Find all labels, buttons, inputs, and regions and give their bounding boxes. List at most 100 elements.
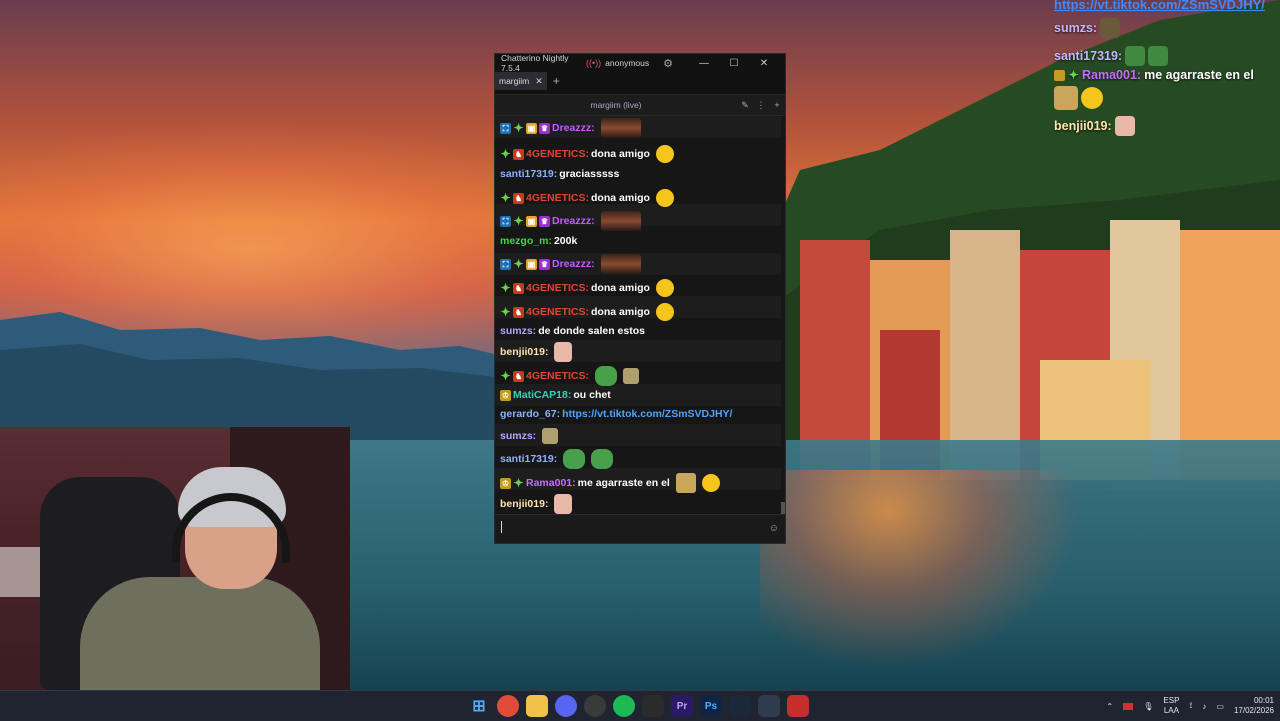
chat-message[interactable]: ✦ ♞ 4GENETICS: dona amigo: [500, 302, 674, 322]
emote-icon[interactable]: [591, 449, 614, 469]
account-switcher[interactable]: ((•)) anonymous: [586, 58, 649, 68]
chat-message[interactable]: gerardo_67: https://vt.tiktok.com/ZSmSVD…: [500, 404, 732, 424]
username[interactable]: gerardo_67:: [500, 408, 560, 420]
username[interactable]: sumzs:: [500, 325, 536, 337]
file-explorer-icon[interactable]: [526, 695, 548, 717]
emote-icon[interactable]: [600, 254, 641, 274]
emote-icon[interactable]: [554, 494, 573, 514]
gift-badge-icon: ▣: [526, 122, 537, 134]
steam-icon[interactable]: [729, 695, 751, 717]
chat-message[interactable]: santi17319: graciasssss: [500, 164, 619, 184]
chat-message[interactable]: ✦ ♞ 4GENETICS: dona amigo: [500, 144, 674, 164]
username[interactable]: 4GENETICS:: [526, 148, 589, 160]
username[interactable]: santi17319:: [500, 168, 557, 180]
emote-icon[interactable]: [595, 366, 618, 386]
network-icon[interactable]: ⟟: [1189, 701, 1192, 711]
flag-icon[interactable]: [1123, 702, 1134, 710]
emote-icon[interactable]: [655, 189, 674, 207]
chat-message[interactable]: sumzs: de donde salen estos: [500, 321, 645, 341]
username[interactable]: Dreazzz:: [552, 215, 595, 227]
premiere-pro-icon[interactable]: Pr: [671, 695, 693, 717]
username[interactable]: 4GENETICS:: [526, 282, 589, 294]
chat-message[interactable]: ✦ ♞ 4GENETICS: dona amigo: [500, 278, 674, 298]
streamer-body: [80, 577, 320, 690]
obs-icon[interactable]: [584, 695, 606, 717]
chrome-icon[interactable]: [497, 695, 519, 717]
emote-icon[interactable]: [600, 118, 641, 138]
chat-message[interactable]: santi17319:: [500, 449, 614, 469]
chat-message[interactable]: ⛶ ✦ ▣ ♛ Dreazzz:: [500, 118, 641, 138]
add-split-icon[interactable]: +: [769, 100, 785, 110]
tab-margiim[interactable]: margiim ✕: [495, 72, 547, 90]
battery-icon[interactable]: ▭: [1216, 702, 1224, 711]
system-tray: ⌃ 🎙 ESP LAA ⟟ ♪ ▭ 00:01 17/02/2026: [1107, 691, 1274, 721]
chatterino-icon[interactable]: [758, 695, 780, 717]
chat-messages[interactable]: ⛶ ✦ ▣ ♛ Dreazzz: ✦ ♞ 4GENETICS: dona ami…: [495, 116, 785, 516]
chatterino-window[interactable]: Chatterino Nightly 7.5.4 ((•)) anonymous…: [494, 53, 786, 544]
username[interactable]: 4GENETICS:: [526, 192, 589, 204]
username[interactable]: Dreazzz:: [552, 122, 595, 134]
username[interactable]: benjii019:: [500, 346, 548, 358]
emote-icon[interactable]: [701, 474, 720, 492]
username[interactable]: benjii019:: [500, 498, 548, 510]
chat-message[interactable]: ♔ MatiCAP18: ou chet: [500, 385, 611, 405]
gift-badge-icon: ▣: [526, 258, 537, 270]
username[interactable]: Dreazzz:: [552, 258, 595, 270]
language-indicator[interactable]: ESP LAA: [1163, 696, 1179, 716]
settings-gear-icon[interactable]: ⚙: [663, 57, 673, 70]
username[interactable]: Rama001:: [526, 477, 576, 489]
chat-message[interactable]: ⛶ ✦ ▣ ♛ Dreazzz:: [500, 211, 641, 231]
maximize-button[interactable]: ☐: [719, 58, 749, 69]
overlay-chat-line: ✦ Rama001: me agarraste en el: [1054, 68, 1254, 82]
emote-icon[interactable]: [675, 473, 696, 493]
username[interactable]: sumzs:: [500, 430, 536, 442]
discord-icon[interactable]: [555, 695, 577, 717]
chat-message[interactable]: benjii019:: [500, 494, 573, 514]
emote-icon[interactable]: [600, 211, 641, 231]
chevron-up-icon[interactable]: ⌃: [1107, 702, 1114, 711]
edit-icon[interactable]: ✎: [737, 100, 753, 111]
emote-icon[interactable]: [554, 342, 573, 362]
chat-message[interactable]: ✦ ♞ 4GENETICS: dona amigo: [500, 188, 674, 208]
chat-message[interactable]: benjii019:: [500, 342, 573, 362]
streamer-app-icon[interactable]: [787, 695, 809, 717]
epic-games-icon[interactable]: [642, 695, 664, 717]
username[interactable]: mezgo_m:: [500, 235, 552, 247]
emote-icon[interactable]: [655, 303, 674, 321]
clock[interactable]: 00:01 17/02/2026: [1234, 696, 1274, 716]
spotify-icon[interactable]: [613, 695, 635, 717]
chat-scrollbar[interactable]: [781, 116, 785, 516]
windows-start-icon[interactable]: ⊞: [468, 695, 490, 717]
minimize-button[interactable]: —: [689, 58, 719, 69]
microphone-icon[interactable]: 🎙: [1143, 702, 1153, 711]
close-button[interactable]: ✕: [749, 58, 779, 69]
emoji-picker-icon[interactable]: ☺: [769, 523, 779, 534]
emote-icon[interactable]: [623, 368, 640, 384]
chat-message[interactable]: ♔ ✦ Rama001: me agarraste en el: [500, 473, 720, 493]
photoshop-icon[interactable]: Ps: [700, 695, 722, 717]
channel-title[interactable]: margiim (live): [495, 100, 737, 110]
username[interactable]: MatiCAP18:: [513, 389, 571, 401]
emote-icon: [1081, 87, 1103, 109]
crown-badge-icon: ♔: [500, 389, 511, 401]
window-titlebar[interactable]: Chatterino Nightly 7.5.4 ((•)) anonymous…: [495, 53, 785, 73]
message-link[interactable]: https://vt.tiktok.com/ZSmSVDJHY/: [562, 408, 732, 420]
chat-message[interactable]: mezgo_m: 200k: [500, 231, 577, 251]
emote-icon[interactable]: [563, 449, 586, 469]
chat-message[interactable]: ⛶ ✦ ▣ ♛ Dreazzz:: [500, 254, 641, 274]
chat-input[interactable]: ☺: [495, 514, 785, 543]
emote-icon[interactable]: [542, 428, 559, 444]
username[interactable]: 4GENETICS:: [526, 306, 589, 318]
emote-icon: [1125, 46, 1146, 66]
add-tab-button[interactable]: +: [553, 74, 560, 88]
chat-message[interactable]: sumzs:: [500, 426, 559, 446]
username[interactable]: santi17319:: [500, 453, 557, 465]
volume-icon[interactable]: ♪: [1202, 702, 1206, 711]
username[interactable]: 4GENETICS:: [526, 370, 589, 382]
chat-message[interactable]: ✦ ♞ 4GENETICS:: [500, 366, 640, 386]
emote-icon[interactable]: [655, 279, 674, 297]
tab-close-icon[interactable]: ✕: [535, 76, 543, 87]
more-options-icon[interactable]: ⋮: [753, 100, 769, 111]
emote-icon[interactable]: [655, 145, 674, 163]
stream-chat-overlay: https://vt.tiktok.com/ZSmSVDJHY/ sumzs: …: [1052, 0, 1280, 140]
